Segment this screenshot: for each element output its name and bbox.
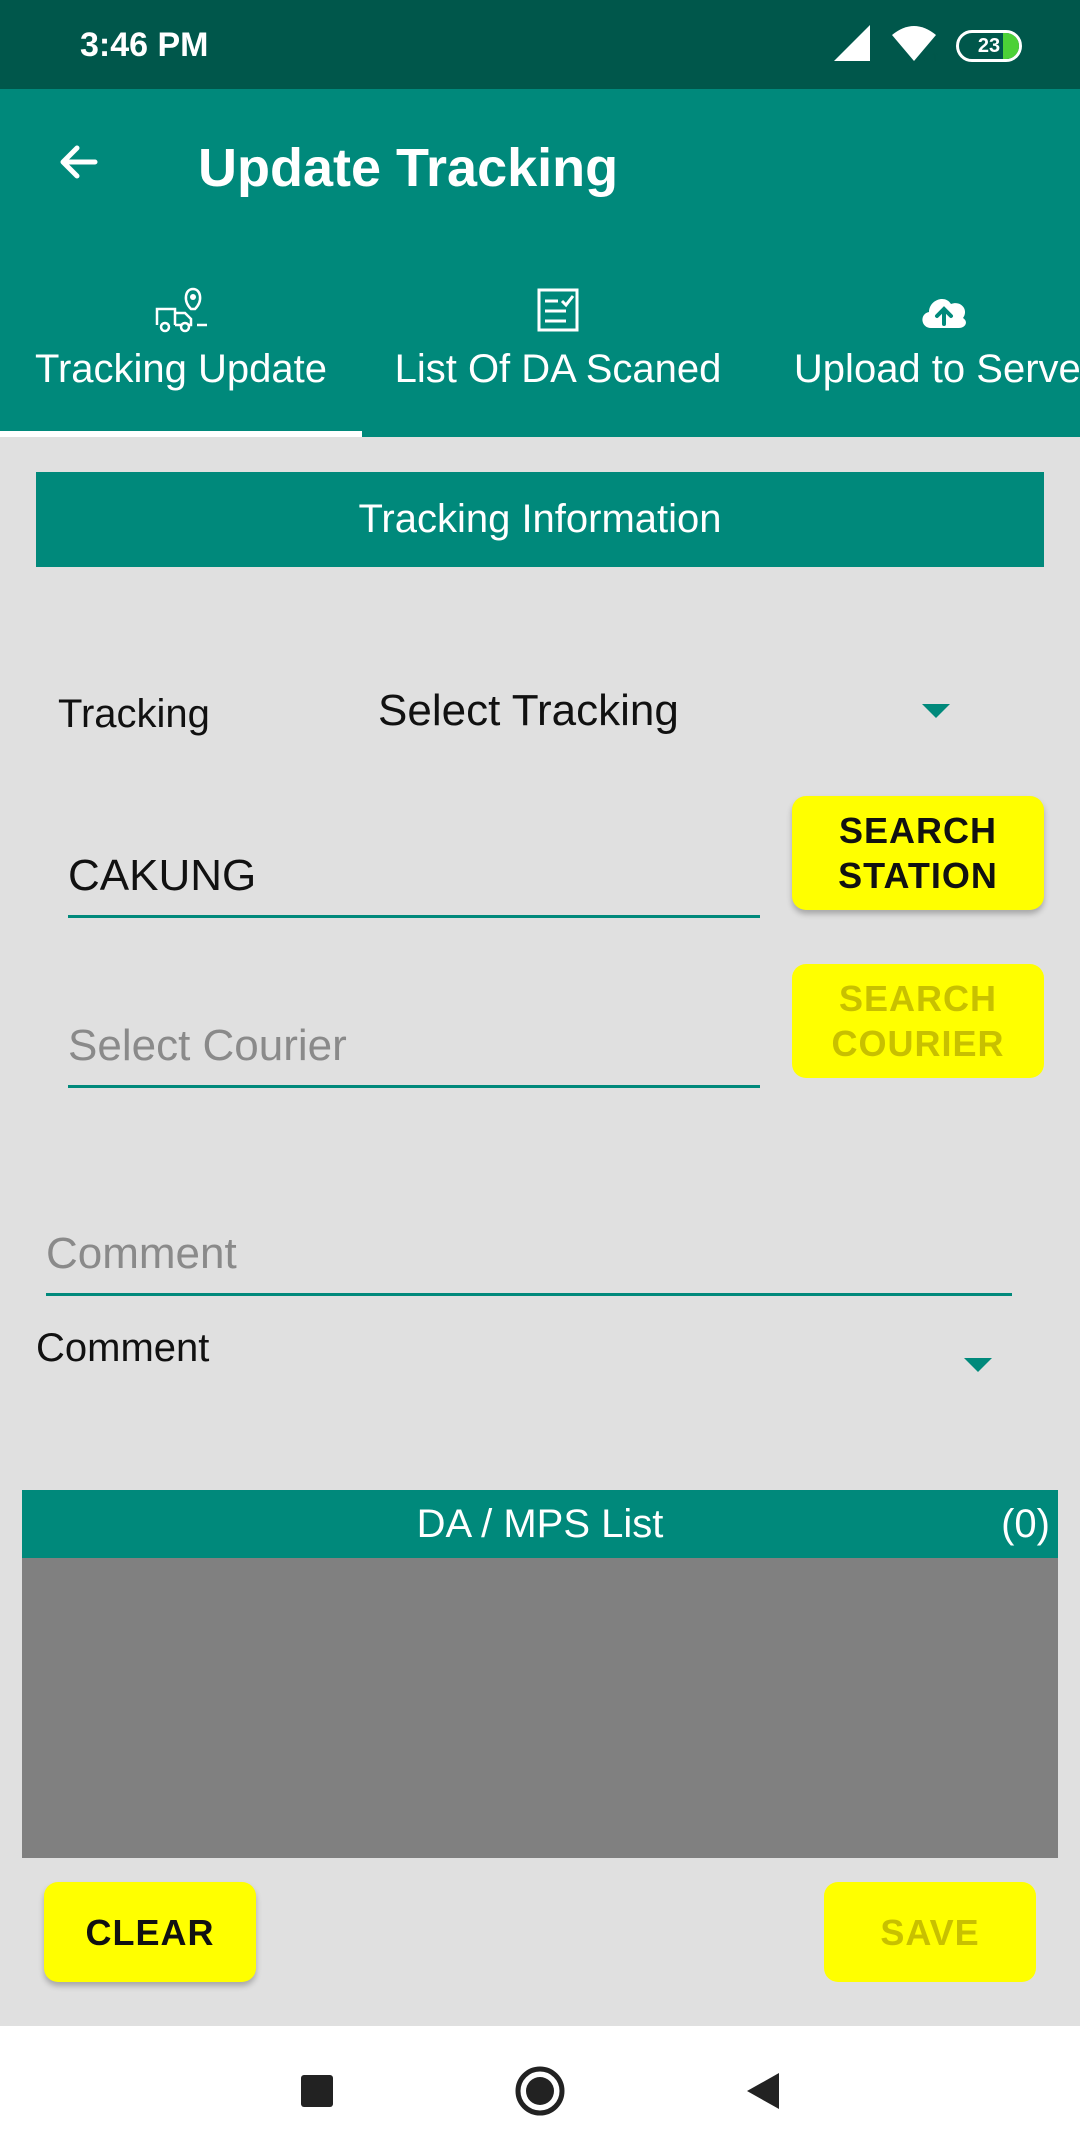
tab-bar: Tracking Update List Of DA Scaned Upload… <box>0 243 1080 437</box>
chevron-down-icon[interactable] <box>964 1358 992 1372</box>
tab-label: List Of DA Scaned <box>394 347 722 391</box>
comment-label: Comment <box>36 1326 210 1370</box>
save-button[interactable]: SAVE <box>824 1882 1036 1982</box>
back-button[interactable] <box>44 129 114 199</box>
checklist-icon <box>536 287 580 333</box>
courier-placeholder: Select Courier <box>68 1021 347 1070</box>
tracking-select-value: Select Tracking <box>378 686 679 735</box>
status-icons: ↓↑ 23 <box>832 24 1022 68</box>
tab-label: Tracking Update <box>35 347 327 391</box>
battery-level: 23 <box>977 34 1001 57</box>
arrow-left-icon <box>55 138 103 191</box>
triangle-back-icon <box>743 2071 783 2116</box>
tab-tracking-update[interactable]: Tracking Update <box>0 243 362 437</box>
courier-field[interactable]: Select Courier <box>68 990 760 1088</box>
battery-icon: 23 <box>956 30 1022 62</box>
da-mps-list[interactable]: DA / MPS List (0) <box>22 1490 1058 1858</box>
delivery-location-icon <box>153 287 209 333</box>
tab-list-of-da-scaned[interactable]: List Of DA Scaned <box>362 243 754 437</box>
comment-field[interactable]: Comment <box>46 1180 1012 1296</box>
da-list-title: DA / MPS List <box>416 1501 664 1546</box>
da-list-count: (0) <box>1001 1502 1050 1546</box>
status-time: 3:46 PM <box>80 26 209 64</box>
app-bar: Update Tracking <box>0 89 1080 243</box>
signal-icon <box>832 24 872 68</box>
square-icon <box>299 2073 335 2114</box>
chevron-down-icon <box>922 704 950 718</box>
station-value: CAKUNG <box>68 851 257 900</box>
comment-placeholder: Comment <box>46 1229 237 1278</box>
tab-label: Upload to Server <box>793 347 1080 391</box>
recents-button[interactable] <box>290 2066 344 2120</box>
tracking-label: Tracking <box>58 692 210 736</box>
da-list-header: DA / MPS List <box>22 1490 1058 1558</box>
search-courier-button[interactable]: SEARCH COURIER <box>792 964 1044 1078</box>
tracking-select[interactable]: Select Tracking <box>378 666 968 756</box>
status-bar: 3:46 PM ↓↑ 23 <box>0 0 1080 89</box>
cloud-upload-icon <box>917 287 971 333</box>
system-nav-bar <box>0 2026 1080 2156</box>
tab-indicator <box>0 431 362 437</box>
section-header: Tracking Information <box>36 472 1044 567</box>
wifi-icon: ↓↑ <box>890 25 940 68</box>
tab-upload-to-server[interactable]: Upload to Server <box>754 243 1080 437</box>
station-field[interactable]: CAKUNG <box>68 820 760 918</box>
svg-text:↓↑: ↓↑ <box>920 50 938 63</box>
search-station-button[interactable]: SEARCH STATION <box>792 796 1044 910</box>
page-title: Update Tracking <box>198 138 619 198</box>
clear-button[interactable]: CLEAR <box>44 1882 256 1982</box>
back-nav-button[interactable] <box>736 2066 790 2120</box>
home-button[interactable] <box>513 2066 567 2120</box>
circle-icon <box>514 2065 566 2122</box>
